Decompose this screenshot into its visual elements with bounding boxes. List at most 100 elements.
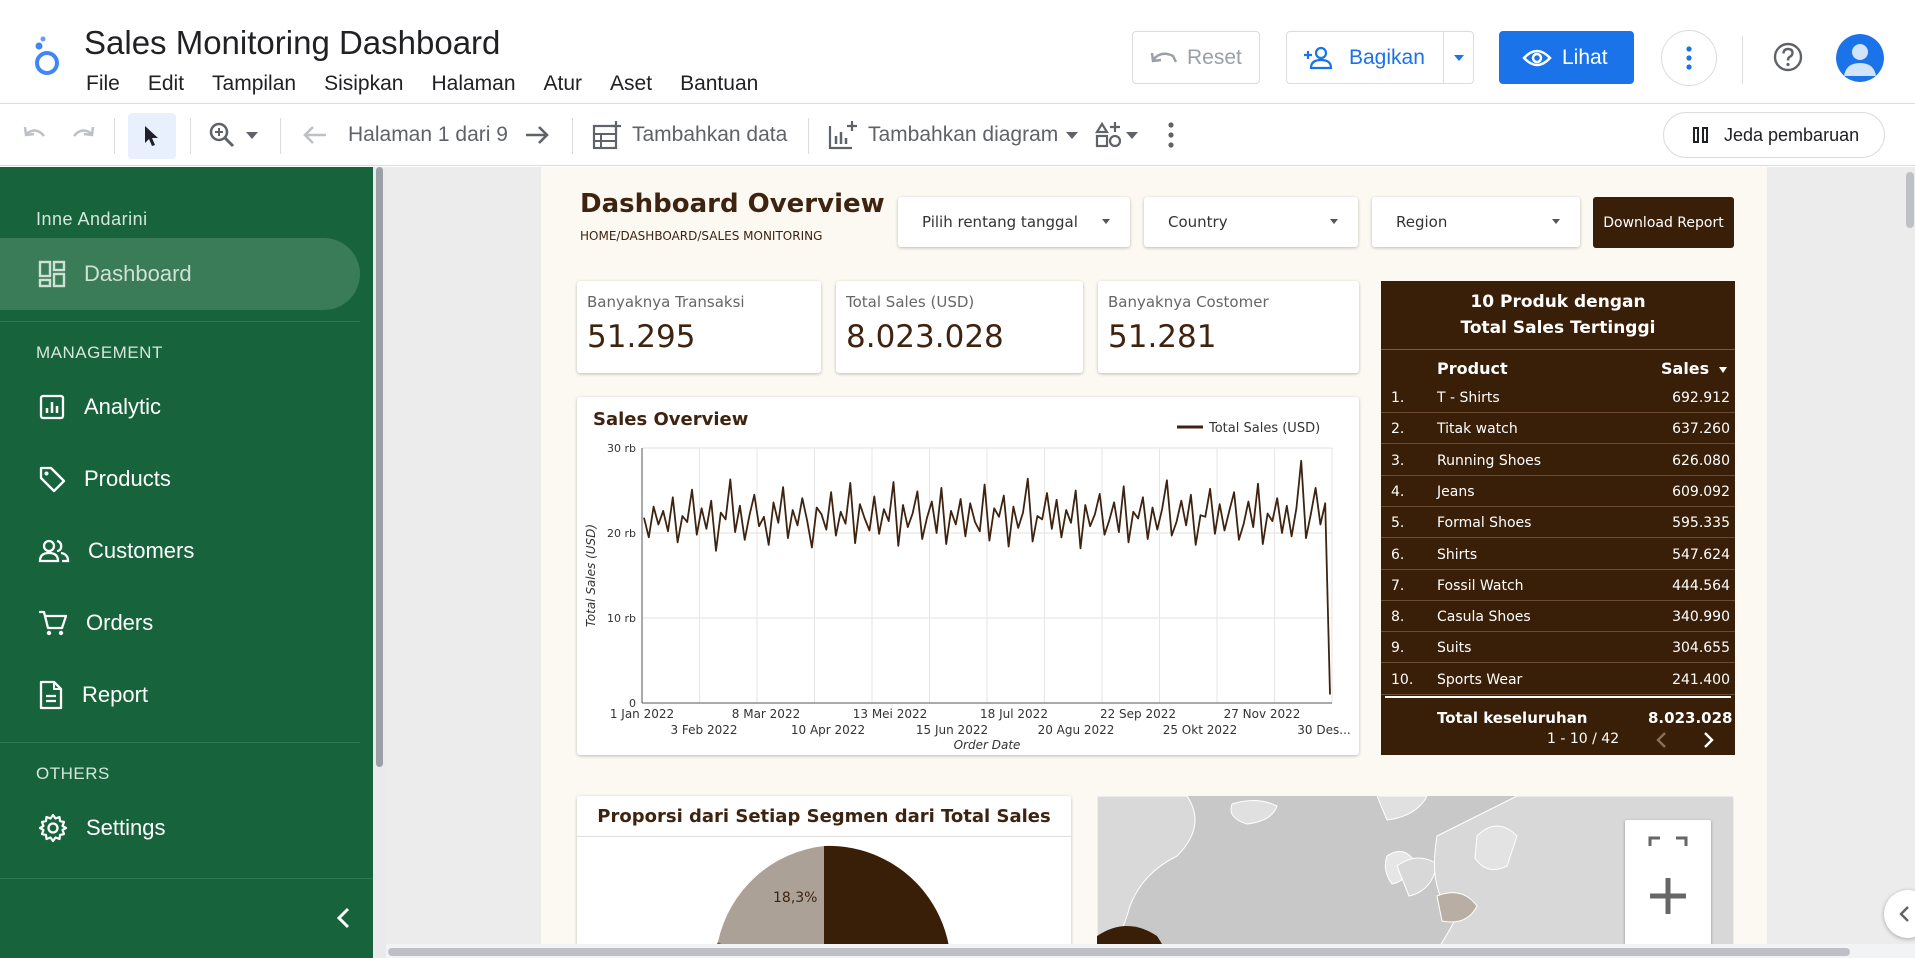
scrollbar-thumb[interactable]: [388, 948, 1850, 956]
reset-label: Reset: [1187, 45, 1242, 69]
table-row[interactable]: 5. Formal Shoes 595.335: [1381, 507, 1735, 539]
user-name: Inne Andarini: [36, 209, 148, 229]
row-sales: 547.624: [1672, 546, 1730, 563]
chevron-left-icon[interactable]: [1655, 731, 1667, 749]
sidebar-item-orders[interactable]: Orders: [0, 587, 360, 659]
menu-resource[interactable]: Aset: [610, 72, 652, 96]
row-rank: 4.: [1391, 483, 1405, 500]
download-report-button[interactable]: Download Report: [1593, 197, 1734, 248]
more-options-button[interactable]: [1661, 30, 1717, 86]
menu-page[interactable]: Halaman: [431, 72, 515, 96]
table-title: 10 Produk dengan Total Sales Tertinggi: [1381, 289, 1735, 341]
sidebar-item-dashboard[interactable]: Dashboard: [0, 238, 360, 310]
sidebar-item-analytic[interactable]: Analytic: [0, 371, 360, 443]
share-dropdown-button[interactable]: [1443, 32, 1473, 83]
looker-studio-logo-icon[interactable]: [30, 34, 62, 78]
next-page-button[interactable]: [524, 104, 550, 166]
reset-button[interactable]: Reset: [1132, 31, 1260, 84]
undo-icon: [1150, 52, 1178, 63]
table-row[interactable]: 6. Shirts 547.624: [1381, 539, 1735, 570]
top-products-table[interactable]: 10 Produk dengan Total Sales Tertinggi P…: [1381, 281, 1735, 755]
region-filter[interactable]: Region: [1372, 197, 1580, 247]
table-row[interactable]: 9. Suits 304.655: [1381, 632, 1735, 664]
document-title[interactable]: Sales Monitoring Dashboard: [84, 24, 500, 62]
chevron-right-icon[interactable]: [1703, 731, 1715, 749]
add-chart-button[interactable]: Tambahkan diagram: [828, 104, 1079, 166]
dashboard-icon: [38, 260, 66, 288]
add-control-icon: [1095, 121, 1122, 148]
column-header-sales[interactable]: Sales: [1661, 359, 1727, 378]
row-product: Suits: [1437, 640, 1472, 657]
view-button[interactable]: Lihat: [1499, 31, 1634, 84]
zoom-button[interactable]: [208, 104, 258, 166]
add-person-icon: [1304, 46, 1333, 69]
sidebar-item-customers[interactable]: Customers: [0, 515, 360, 587]
account-avatar[interactable]: [1836, 34, 1884, 82]
sidebar-item-report[interactable]: Report: [0, 659, 360, 731]
menu-arrange[interactable]: Atur: [544, 72, 583, 96]
total-value: 8.023.028: [1648, 709, 1733, 727]
table-row[interactable]: 1. T - Shirts 692.912: [1381, 382, 1735, 413]
add-control-button[interactable]: [1094, 104, 1138, 166]
caret-down-icon: [1066, 131, 1079, 139]
column-header-product[interactable]: Product: [1437, 359, 1508, 378]
sales-line-chart[interactable]: 010 rb20 rb30 rb1 Jan 2022 8 Mar 2022 13 M…: [577, 397, 1359, 755]
kpi-card-customers[interactable]: Banyaknya Costomer 51.281: [1098, 281, 1359, 373]
menu-insert[interactable]: Sisipkan: [324, 72, 403, 96]
sidebar-item-products[interactable]: Products: [0, 443, 360, 515]
table-row[interactable]: 7. Fossil Watch 444.564: [1381, 570, 1735, 601]
horizontal-scrollbar[interactable]: [386, 944, 1915, 958]
sidebar-collapse-area: [0, 878, 373, 958]
x-tick-label: 3 Feb 2022: [670, 723, 737, 737]
toolbar-divider: [190, 118, 191, 154]
add-data-label: Tambahkan data: [632, 123, 788, 146]
country-filter[interactable]: Country: [1144, 197, 1358, 247]
kpi-value: 51.295: [587, 319, 696, 355]
add-data-button[interactable]: Tambahkan data: [592, 104, 787, 166]
menu-file[interactable]: File: [86, 72, 120, 96]
sales-map-card[interactable]: [1097, 796, 1734, 958]
row-rank: 10.: [1391, 671, 1414, 688]
vertical-scrollbar-thumb[interactable]: [1906, 172, 1914, 228]
segment-pie-chart-card[interactable]: Proporsi dari Setiap Segmen dari Total S…: [577, 796, 1071, 958]
select-tool-button[interactable]: [128, 113, 176, 159]
pie-slice-label: 18,3%: [773, 890, 817, 906]
help-icon[interactable]: [1772, 41, 1804, 73]
sales-overview-chart-card[interactable]: Sales Overview 0 10 rb 20 rb 30 rb 1 Jan 202…: [577, 397, 1359, 755]
toolbar-more-button[interactable]: [1168, 104, 1174, 166]
table-row[interactable]: 2. Titak watch 637.260: [1381, 413, 1735, 445]
pause-updates-button[interactable]: Jeda pembaruan: [1663, 112, 1885, 158]
sidebar-scrollbar[interactable]: [373, 167, 386, 958]
sort-desc-icon: [1718, 366, 1727, 373]
menu-view[interactable]: Tampilan: [212, 72, 296, 96]
analytics-icon: [39, 394, 65, 420]
date-range-filter[interactable]: Pilih rentang tanggal: [898, 197, 1130, 247]
table-row[interactable]: 4. Jeans 609.092: [1381, 476, 1735, 507]
table-row[interactable]: 3. Running Shoes 626.080: [1381, 445, 1735, 476]
redo-button[interactable]: [70, 104, 96, 166]
menu-help[interactable]: Bantuan: [680, 72, 758, 96]
undo-button[interactable]: [22, 104, 48, 166]
kpi-card-total-sales[interactable]: Total Sales (USD) 8.023.028: [836, 281, 1083, 373]
kpi-value: 8.023.028: [846, 319, 1004, 355]
pie-chart[interactable]: 18,3%: [577, 796, 1071, 958]
toolbar-divider: [572, 118, 573, 154]
previous-page-button[interactable]: [302, 104, 328, 166]
menu-edit[interactable]: Edit: [148, 72, 184, 96]
table-row[interactable]: 10. Sports Wear 241.400: [1381, 664, 1735, 695]
share-button[interactable]: Bagikan: [1286, 31, 1474, 84]
kpi-card-transactions[interactable]: Banyaknya Transaksi 51.295: [577, 281, 821, 373]
sidebar-item-settings[interactable]: Settings: [0, 792, 360, 864]
scrollbar-thumb[interactable]: [376, 167, 383, 767]
row-product: Sports Wear: [1437, 671, 1523, 688]
sidebar-divider: [0, 742, 360, 743]
chevron-left-icon[interactable]: [336, 907, 350, 929]
table-row[interactable]: 8. Casula Shoes 340.990: [1381, 601, 1735, 633]
pie-slice[interactable]: [824, 845, 951, 958]
country-filter-label: Country: [1168, 213, 1228, 231]
x-tick-label: 30 Des...: [1297, 723, 1350, 737]
fullscreen-icon[interactable]: [1648, 836, 1688, 856]
sidebar-item-label: Customers: [88, 538, 195, 563]
zoom-in-icon[interactable]: [1648, 876, 1688, 916]
y-tick-label: 10 rb: [607, 612, 636, 625]
